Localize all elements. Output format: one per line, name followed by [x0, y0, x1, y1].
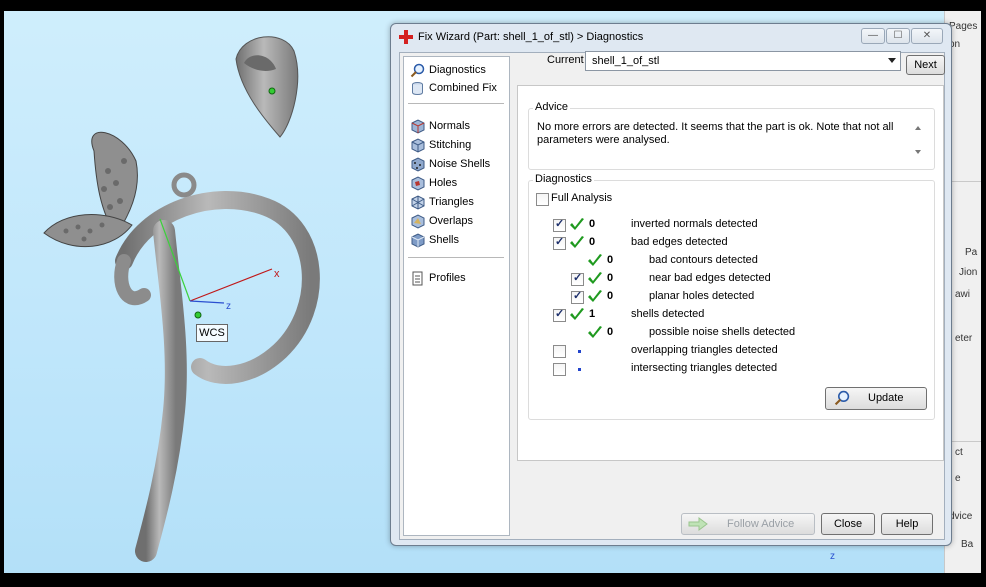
diagnostic-label: bad contours detected	[649, 254, 758, 266]
diagnostic-label: shells detected	[631, 308, 705, 320]
pending-dot-icon	[578, 368, 581, 371]
diagnostic-checkbox[interactable]	[571, 289, 584, 304]
current-part-select[interactable]: shell_1_of_stl	[585, 51, 901, 71]
side-fragment: e	[955, 473, 961, 484]
nav-item-normals[interactable]: Normals	[410, 117, 470, 135]
diagnostic-checkbox[interactable]	[553, 217, 566, 232]
diagnostic-count: 0	[607, 290, 614, 302]
diagnostic-checkbox[interactable]	[553, 235, 566, 250]
diagnostic-label: inverted normals detected	[631, 218, 758, 230]
diagnostics-title: Diagnostics	[533, 173, 594, 185]
chevron-down-icon	[888, 58, 896, 63]
green-check-icon	[570, 308, 584, 320]
side-fragment: eter	[955, 333, 973, 344]
shells-icon	[410, 233, 425, 248]
svg-text:z: z	[830, 551, 835, 562]
normals-icon	[410, 119, 425, 134]
nav-item-profiles[interactable]: Profiles	[410, 269, 466, 287]
green-check-icon	[588, 254, 602, 266]
diagnostic-count: 0	[589, 218, 596, 230]
full-analysis-label: Full Analysis	[551, 192, 613, 204]
update-button[interactable]: Update	[825, 387, 927, 410]
diagnostic-checkbox[interactable]	[553, 345, 566, 358]
dialog-titlebar[interactable]: Fix Wizard (Part: shell_1_of_stl) > Diag…	[391, 24, 951, 50]
diagnostic-checkbox[interactable]	[553, 307, 566, 322]
stitching-icon	[410, 138, 425, 153]
side-fragment: Jion	[959, 267, 978, 278]
side-fragment: Ba	[961, 539, 974, 550]
noise-shells-icon	[410, 157, 425, 172]
holes-icon	[410, 176, 425, 191]
dialog-title: Fix Wizard (Part: shell_1_of_stl) > Diag…	[418, 31, 644, 43]
full-analysis-checkbox[interactable]	[536, 193, 549, 206]
fix-wizard-dialog: Fix Wizard (Part: shell_1_of_stl) > Diag…	[390, 23, 952, 546]
advice-text: No more errors are detected. It seems th…	[537, 121, 894, 146]
maximize-button[interactable]: ☐	[886, 28, 910, 44]
diagnostic-checkbox[interactable]	[571, 271, 584, 286]
nav-item-stitching[interactable]: Stitching	[410, 136, 471, 154]
diagnostic-label: overlapping triangles detected	[631, 344, 778, 356]
diagnostic-count: 0	[607, 272, 614, 284]
triangles-icon	[410, 195, 425, 210]
nav-item-diagnostics[interactable]: Diagnostics	[410, 61, 486, 79]
diagnostic-label: planar holes detected	[649, 290, 755, 302]
nav-item-shells[interactable]: Shells	[410, 231, 459, 249]
scroll-up-icon[interactable]	[915, 126, 921, 130]
minimize-button[interactable]: —	[861, 28, 885, 44]
nav-item-noise-shells[interactable]: Noise Shells	[410, 155, 490, 173]
green-check-icon	[588, 326, 602, 338]
side-fragment: dvice	[949, 511, 973, 522]
profiles-icon	[410, 271, 425, 286]
side-fragment: ct	[955, 447, 963, 458]
nav-item-combined-fix[interactable]: Combined Fix	[410, 79, 497, 97]
nav-item-triangles[interactable]: Triangles	[410, 193, 474, 211]
red-cross-icon	[399, 30, 413, 44]
scroll-down-icon[interactable]	[915, 150, 921, 154]
green-check-icon	[588, 272, 602, 284]
side-fragment: awi	[955, 289, 971, 300]
diagnostic-count: 0	[589, 236, 596, 248]
side-fragment: Pa	[965, 247, 978, 258]
diagnostic-checkbox[interactable]	[553, 363, 566, 376]
overlaps-icon	[410, 214, 425, 229]
pending-dot-icon	[578, 350, 581, 353]
diagnostic-label: bad edges detected	[631, 236, 728, 248]
axis-z-label: z	[226, 301, 231, 312]
diagnostic-count: 1	[589, 308, 596, 320]
arrow-right-icon	[688, 517, 708, 531]
help-button[interactable]: Help	[881, 513, 933, 535]
green-check-icon	[570, 218, 584, 230]
magnifier-icon	[834, 390, 850, 406]
green-check-icon	[570, 236, 584, 248]
side-fragment: Pages	[949, 21, 978, 32]
green-check-icon	[588, 290, 602, 302]
wizard-nav: Diagnostics Combined Fix Normals Stitchi…	[403, 56, 510, 536]
follow-advice-button[interactable]: Follow Advice	[681, 513, 815, 535]
advice-title: Advice	[533, 101, 571, 113]
diagnostic-label: near bad edges detected	[649, 272, 771, 284]
diagnostic-count: 0	[607, 326, 614, 338]
nav-item-holes[interactable]: Holes	[410, 174, 457, 192]
diagnostic-label: possible noise shells detected	[649, 326, 796, 338]
close-button[interactable]: Close	[821, 513, 875, 535]
next-button[interactable]: Next	[906, 55, 945, 75]
wcs-label: WCS	[196, 324, 228, 342]
diagnostic-label: intersecting triangles detected	[631, 362, 778, 374]
axis-x-label: x	[274, 268, 280, 280]
cylinder-icon	[410, 81, 425, 96]
diagnostic-count: 0	[607, 254, 614, 266]
close-window-button[interactable]: ✕	[911, 28, 943, 44]
magnifier-icon	[410, 63, 425, 78]
nav-item-overlaps[interactable]: Overlaps	[410, 212, 473, 230]
